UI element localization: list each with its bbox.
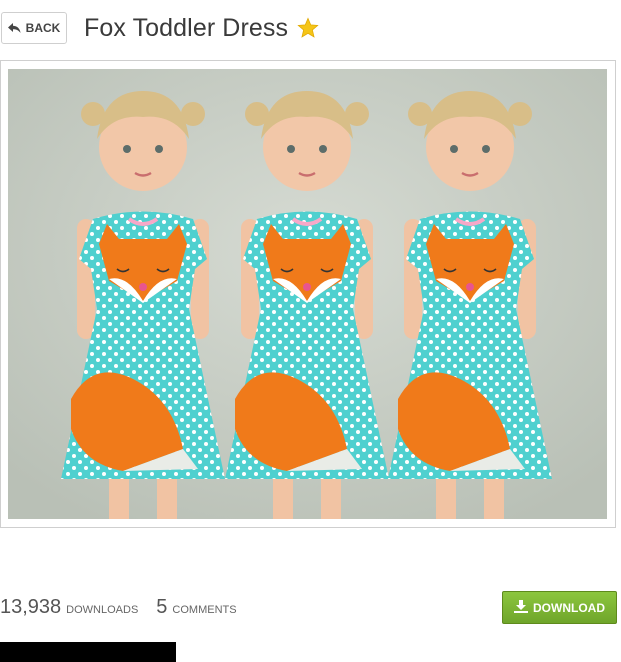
black-bar xyxy=(0,642,176,662)
item-stats: 13,938 DOWNLOADS 5 COMMENTS xyxy=(0,596,237,619)
downloads-label: DOWNLOADS xyxy=(66,604,139,616)
download-label: DOWNLOAD xyxy=(533,600,605,615)
star-icon xyxy=(297,17,319,39)
back-label: BACK xyxy=(25,21,61,35)
download-icon xyxy=(514,599,528,616)
comments-label[interactable]: COMMENTS xyxy=(172,604,236,616)
downloads-count: 13,938 xyxy=(0,596,62,618)
download-button[interactable]: DOWNLOAD xyxy=(502,591,617,624)
preview-frame xyxy=(0,60,616,528)
preview-image[interactable] xyxy=(8,69,607,519)
back-button[interactable]: BACK xyxy=(1,12,67,44)
comments-count[interactable]: 5 xyxy=(156,596,167,619)
page-title: Fox Toddler Dress xyxy=(84,10,319,46)
reply-arrow-icon xyxy=(7,22,21,34)
item-title: Fox Toddler Dress xyxy=(84,13,289,42)
